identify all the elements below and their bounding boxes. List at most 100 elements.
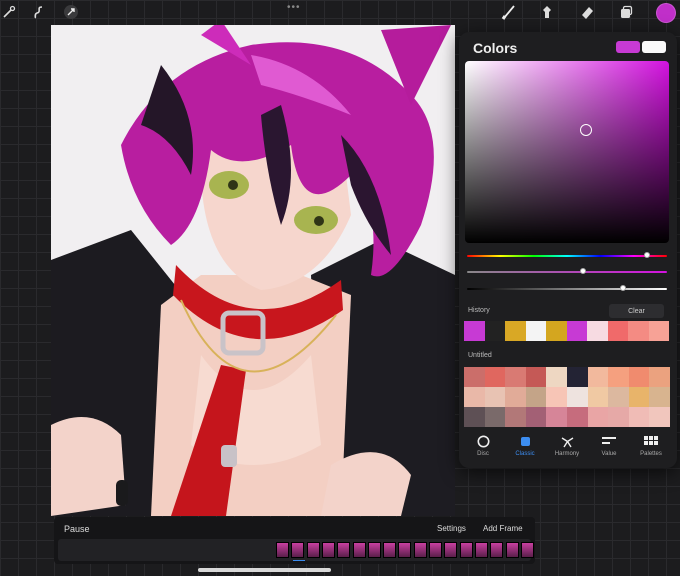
saturation-slider-knob[interactable] (580, 268, 586, 274)
palette-swatch[interactable] (546, 387, 567, 407)
saturation-slider[interactable] (467, 268, 667, 274)
animation-frame-thumbnail[interactable] (520, 542, 534, 558)
animation-frame-thumbnail[interactable] (413, 542, 427, 558)
wrench-icon[interactable] (0, 3, 18, 21)
palette-swatch[interactable] (464, 407, 485, 427)
palette-swatch[interactable] (628, 387, 650, 407)
palette-swatch[interactable] (566, 407, 588, 427)
artwork-canvas[interactable] (51, 25, 455, 516)
history-swatch[interactable] (566, 321, 587, 341)
palette-swatch[interactable] (628, 367, 650, 387)
palette-swatch[interactable] (608, 367, 629, 387)
color-mode-tabs: Disc Classic Harmony Value Palettes (459, 434, 677, 464)
smudge-icon[interactable] (538, 3, 556, 21)
animation-frame-thumbnail[interactable] (306, 542, 320, 558)
palette-name: Untitled (468, 352, 492, 359)
current-color-swatch[interactable] (616, 41, 640, 53)
drag-handle-icon[interactable]: ••• (287, 2, 301, 13)
saturation-brightness-square[interactable] (465, 61, 669, 243)
history-swatch[interactable] (628, 321, 649, 341)
palette-swatch[interactable] (628, 407, 650, 427)
history-swatch[interactable] (484, 321, 505, 341)
disc-icon (463, 434, 503, 448)
palette-swatch[interactable] (505, 367, 526, 387)
harmony-icon (547, 434, 587, 448)
color-picker-knob[interactable] (580, 124, 592, 136)
animation-frame-thumbnail[interactable] (337, 542, 351, 558)
animation-frame-thumbnail[interactable] (383, 542, 397, 558)
animation-frame-thumbnail[interactable] (474, 542, 488, 558)
animation-frame-thumbnail[interactable] (291, 542, 305, 558)
frame-timeline[interactable] (58, 539, 534, 561)
palette-swatch[interactable] (566, 367, 588, 387)
history-swatches (464, 321, 669, 341)
palette-swatch[interactable] (505, 387, 526, 407)
palette-swatch[interactable] (484, 387, 506, 407)
palette-swatch[interactable] (546, 367, 567, 387)
palette-swatch[interactable] (546, 407, 567, 427)
palette-swatch[interactable] (587, 367, 609, 387)
palette-swatch[interactable] (649, 407, 670, 427)
palette-swatch[interactable] (525, 367, 547, 387)
tab-palettes[interactable]: Palettes (631, 434, 671, 457)
palette-swatch[interactable] (464, 367, 485, 387)
history-swatch[interactable] (546, 321, 567, 341)
colors-panel: Colors History Clear Untitled Disc Class… (459, 32, 677, 468)
hue-slider-knob[interactable] (644, 252, 650, 258)
tab-classic[interactable]: Classic (505, 434, 545, 457)
selection-icon[interactable] (62, 3, 80, 21)
palette-swatch[interactable] (587, 407, 609, 427)
animation-frame-thumbnail[interactable] (367, 542, 381, 558)
palette-swatch[interactable] (649, 367, 670, 387)
palette-swatch[interactable] (608, 387, 629, 407)
palette-swatch[interactable] (484, 367, 506, 387)
history-swatch[interactable] (525, 321, 546, 341)
tab-label: Value (601, 451, 617, 457)
current-color-button[interactable] (656, 3, 676, 23)
pause-button[interactable]: Pause (64, 524, 90, 534)
animation-frame-thumbnail[interactable] (444, 542, 458, 558)
home-indicator[interactable] (198, 568, 331, 572)
palette-swatch[interactable] (587, 387, 609, 407)
classic-icon (505, 434, 545, 448)
tab-disc[interactable]: Disc (463, 434, 503, 457)
brightness-slider[interactable] (467, 285, 667, 291)
palette-swatch[interactable] (464, 387, 485, 407)
palette-swatch[interactable] (484, 407, 506, 427)
history-swatch[interactable] (607, 321, 628, 341)
history-swatch[interactable] (587, 321, 608, 341)
palette-swatch[interactable] (525, 407, 547, 427)
tab-harmony[interactable]: Harmony (547, 434, 587, 457)
animation-frame-thumbnail[interactable] (429, 542, 442, 558)
palette-swatch[interactable] (525, 387, 547, 407)
animation-frame-thumbnail[interactable] (459, 542, 473, 558)
add-frame-button[interactable]: Add Frame (483, 524, 523, 533)
selected-frame-indicator (293, 560, 305, 561)
palette-grid (464, 367, 670, 427)
clear-history-button[interactable]: Clear (609, 304, 664, 318)
history-swatch[interactable] (464, 321, 485, 341)
animation-frame-thumbnail[interactable] (352, 542, 366, 558)
palette-swatch[interactable] (505, 407, 526, 427)
history-swatch[interactable] (648, 321, 669, 341)
layers-icon[interactable] (617, 3, 635, 21)
brightness-slider-knob[interactable] (620, 285, 626, 291)
hue-slider[interactable] (467, 252, 667, 258)
tab-label: Harmony (554, 451, 580, 457)
history-swatch[interactable] (505, 321, 526, 341)
settings-button[interactable]: Settings (437, 524, 466, 533)
animation-frame-thumbnail[interactable] (490, 542, 504, 558)
animation-frame-thumbnail[interactable] (276, 542, 289, 558)
animation-frame-thumbnail[interactable] (321, 542, 335, 558)
tab-label: Palettes (640, 451, 662, 457)
palette-swatch[interactable] (608, 407, 629, 427)
adjustments-icon[interactable] (30, 3, 48, 21)
palette-swatch[interactable] (649, 387, 670, 407)
previous-color-swatch[interactable] (642, 41, 666, 53)
animation-frame-thumbnail[interactable] (398, 542, 412, 558)
brush-icon[interactable] (500, 3, 518, 21)
animation-frame-thumbnail[interactable] (505, 542, 519, 558)
tab-value[interactable]: Value (589, 434, 629, 457)
eraser-icon[interactable] (578, 3, 596, 21)
palette-swatch[interactable] (566, 387, 588, 407)
